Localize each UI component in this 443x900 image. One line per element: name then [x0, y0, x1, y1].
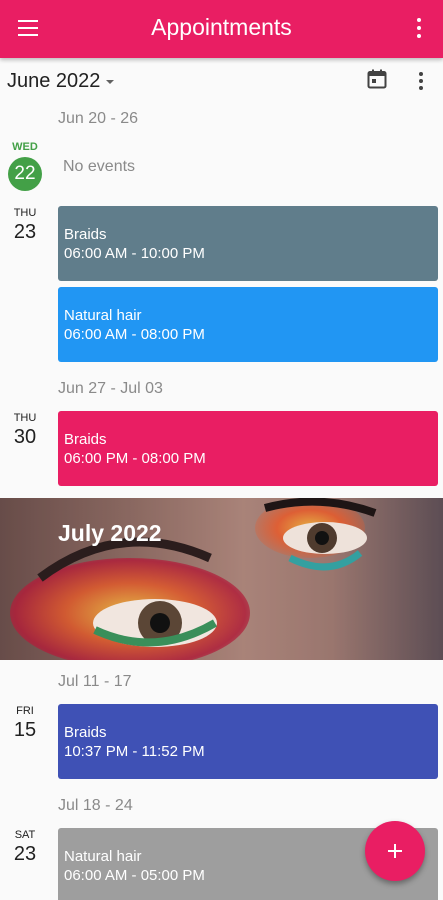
- event-title: Braids: [64, 724, 107, 741]
- event-time: 06:00 AM - 10:00 PM: [64, 245, 205, 262]
- no-events-label: No events: [63, 158, 136, 175]
- event-time: 06:00 PM - 08:00 PM: [64, 450, 206, 467]
- event-time: 06:00 AM - 08:00 PM: [64, 326, 205, 343]
- week-header: Jul 11 - 17: [58, 673, 132, 690]
- add-appointment-button[interactable]: [365, 821, 425, 881]
- event-title: Natural hair: [64, 307, 142, 324]
- day-of-week: FRI: [16, 705, 34, 717]
- event-card[interactable]: Braids 06:00 AM - 10:00 PM: [58, 206, 438, 281]
- event-title: Natural hair: [64, 848, 142, 865]
- week-header: Jun 20 - 26: [58, 110, 139, 127]
- day-number: 23: [13, 843, 37, 865]
- caret-down-icon: [106, 79, 115, 84]
- event-time: 06:00 AM - 05:00 PM: [64, 867, 205, 884]
- month-banner: July 2022: [0, 498, 443, 660]
- day-of-week: SAT: [14, 829, 36, 841]
- month-bar: June 2022: [0, 58, 443, 102]
- more-vert-icon[interactable]: [419, 72, 423, 90]
- month-label: June 2022: [7, 70, 101, 92]
- day-of-week: THU: [13, 412, 37, 424]
- day-of-week: THU: [13, 207, 37, 219]
- event-card[interactable]: Braids 06:00 PM - 08:00 PM: [58, 411, 438, 486]
- event-title: Braids: [64, 226, 107, 243]
- event-time: 10:37 PM - 11:52 PM: [64, 743, 205, 760]
- event-card[interactable]: Natural hair 06:00 AM - 08:00 PM: [58, 287, 438, 362]
- event-card[interactable]: Braids 10:37 PM - 11:52 PM: [58, 704, 438, 779]
- week-header: Jun 27 - Jul 03: [58, 380, 163, 397]
- day-number: 30: [13, 426, 37, 448]
- month-selector[interactable]: June 2022: [7, 70, 115, 93]
- app-bar: Appointments: [0, 0, 443, 58]
- calendar-icon[interactable]: [367, 69, 387, 89]
- day-number: 15: [13, 719, 37, 741]
- day-of-week: WED: [12, 141, 38, 153]
- banner-month-label: July 2022: [58, 520, 162, 546]
- day-number: 23: [13, 221, 37, 243]
- week-header: Jul 18 - 24: [58, 797, 133, 814]
- page-title: Appointments: [151, 14, 292, 40]
- more-vert-icon[interactable]: [417, 18, 421, 38]
- event-title: Braids: [64, 431, 107, 448]
- today-date-badge[interactable]: 22: [8, 157, 42, 191]
